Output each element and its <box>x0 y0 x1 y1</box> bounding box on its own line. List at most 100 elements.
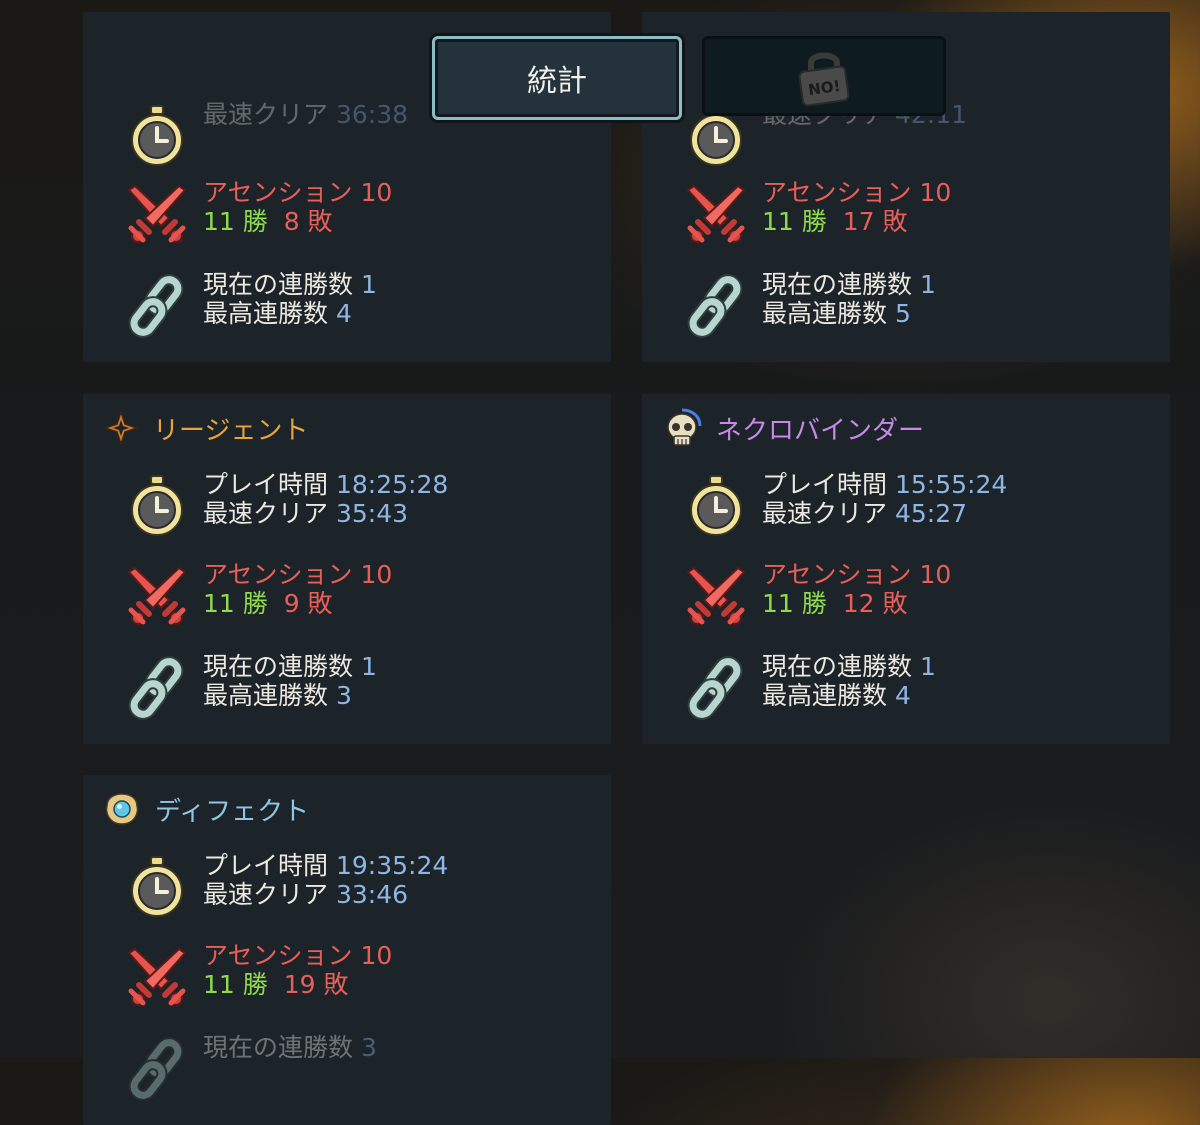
ascension-value: 10 <box>919 178 952 207</box>
wins-value: 11 <box>203 207 235 236</box>
ascension-row: アセンション 10 11 勝 17 敗 <box>684 178 1154 246</box>
streak-row: 現在の連勝数 1 最高連勝数 4 <box>125 270 595 338</box>
ascension-label: アセンション <box>762 560 912 589</box>
crossed-swords-icon <box>684 564 748 628</box>
losses-label: 敗 <box>323 970 349 999</box>
character-name: ネクロバインダー <box>716 415 925 446</box>
character-header: リージェント <box>103 408 308 448</box>
fastest-clear-value: 36:38 <box>335 100 409 129</box>
ascension-line: アセンション 10 <box>203 560 392 589</box>
character-name: リージェント <box>153 415 309 446</box>
best-streak-label: 最高連勝数 <box>203 299 329 328</box>
losses-label: 敗 <box>307 207 333 236</box>
crossed-swords-icon <box>684 182 748 246</box>
losses-value: 19 <box>283 970 316 999</box>
ascension-value: 10 <box>919 560 952 589</box>
streak-row: 現在の連勝数 3 <box>125 1033 595 1101</box>
wins-value: 11 <box>762 589 794 618</box>
losses-label: 敗 <box>307 589 333 618</box>
current-streak-label: 現在の連勝数 <box>762 270 913 299</box>
current-streak-value: 1 <box>919 652 936 681</box>
losses-value: 17 <box>842 207 875 236</box>
fastest-clear-line: 最速クリア 35:43 <box>203 499 448 528</box>
losses-value: 9 <box>283 589 300 618</box>
ascension-line: アセンション 10 <box>762 178 951 207</box>
wins-value: 11 <box>203 970 235 999</box>
current-streak-line: 現在の連勝数 1 <box>762 270 936 299</box>
ascension-row: アセンション 10 11 勝 19 敗 <box>125 941 595 1009</box>
current-streak-value: 1 <box>360 652 377 681</box>
wins-label: 勝 <box>242 207 268 236</box>
ascension-row: アセンション 10 11 勝 12 敗 <box>684 560 1154 628</box>
time-row: プレイ時間 19:35:24 最速クリア 33:46 <box>125 851 595 919</box>
play-time-label: プレイ時間 <box>762 470 888 499</box>
ascension-row: アセンション 10 11 勝 8 敗 <box>125 178 595 246</box>
ascension-value: 10 <box>360 178 393 207</box>
current-streak-line: 現在の連勝数 1 <box>203 652 377 681</box>
fastest-clear-value: 33:46 <box>335 880 409 909</box>
chain-icon <box>125 274 189 338</box>
losses-label: 敗 <box>882 589 908 618</box>
best-streak-line: 最高連勝数 4 <box>762 681 936 710</box>
ascension-label: アセンション <box>203 941 353 970</box>
time-row: プレイ時間 15:55:24 最速クリア 45:27 <box>684 470 1154 538</box>
wins-value: 11 <box>203 589 235 618</box>
character-stats-card-regent: リージェント プレイ時間 18:25:28 最速クリア 35:43 アセンション… <box>83 394 611 744</box>
best-streak-line: 最高連勝数 5 <box>762 299 936 328</box>
win-loss-line: 11 勝 17 敗 <box>762 207 951 236</box>
crossed-swords-icon <box>125 182 189 246</box>
ascension-value: 10 <box>360 560 393 589</box>
character-name: ディフェクト <box>155 796 310 827</box>
fastest-clear-label: 最速クリア <box>203 100 329 129</box>
crossed-swords-icon <box>125 945 189 1009</box>
wins-label: 勝 <box>801 589 827 618</box>
chain-icon <box>684 274 748 338</box>
tab-stats[interactable]: 統計 <box>432 36 682 120</box>
stopwatch-icon <box>684 474 748 538</box>
orb-icon <box>105 793 139 825</box>
tab-locked[interactable]: NO! <box>702 36 946 116</box>
crossed-swords-icon <box>125 564 189 628</box>
current-streak-label: 現在の連勝数 <box>203 652 354 681</box>
stopwatch-icon <box>125 104 189 168</box>
ascension-label: アセンション <box>762 178 912 207</box>
fastest-clear-value: 45:27 <box>894 499 968 528</box>
losses-value: 8 <box>283 207 300 236</box>
wins-label: 勝 <box>801 207 827 236</box>
play-time-value: 19:35:24 <box>335 851 449 880</box>
win-loss-line: 11 勝 19 敗 <box>203 970 392 999</box>
tab-stats-label: 統計 <box>527 64 587 99</box>
play-time-label: プレイ時間 <box>203 851 329 880</box>
chain-icon <box>684 656 748 720</box>
losses-value: 12 <box>842 589 875 618</box>
best-streak-label: 最高連勝数 <box>762 299 888 328</box>
stopwatch-icon <box>125 855 189 919</box>
character-stats-card-defect: ディフェクト プレイ時間 19:35:24 最速クリア 33:46 アセンション… <box>83 775 611 1125</box>
play-time-line: プレイ時間 19:35:24 <box>203 851 448 880</box>
fastest-clear-line: 最速クリア 33:46 <box>203 880 448 909</box>
stopwatch-icon <box>125 474 189 538</box>
streak-row: 現在の連勝数 1 最高連勝数 3 <box>125 652 595 720</box>
best-streak-value: 3 <box>335 681 352 710</box>
win-loss-line: 11 勝 8 敗 <box>203 207 392 236</box>
best-streak-label: 最高連勝数 <box>203 681 329 710</box>
streak-row: 現在の連勝数 1 最高連勝数 4 <box>684 652 1154 720</box>
win-loss-line: 11 勝 9 敗 <box>203 589 392 618</box>
ascension-label: アセンション <box>203 560 353 589</box>
character-header: ネクロバインダー <box>662 408 924 448</box>
fastest-clear-line: 最速クリア 45:27 <box>762 499 1007 528</box>
current-streak-line: 現在の連勝数 1 <box>762 652 936 681</box>
best-streak-value: 4 <box>894 681 911 710</box>
best-streak-value: 5 <box>894 299 911 328</box>
streak-row: 現在の連勝数 1 最高連勝数 5 <box>684 270 1154 338</box>
padlock-icon: NO! <box>798 52 850 107</box>
best-streak-line: 最高連勝数 3 <box>203 681 377 710</box>
best-streak-label: 最高連勝数 <box>762 681 888 710</box>
losses-label: 敗 <box>882 207 908 236</box>
current-streak-label: 現在の連勝数 <box>762 652 913 681</box>
best-streak-line: 最高連勝数 4 <box>203 299 377 328</box>
fastest-clear-line: 最速クリア 36:38 <box>203 100 408 129</box>
ascension-line: アセンション 10 <box>203 178 392 207</box>
chain-icon <box>125 656 189 720</box>
fastest-clear-label: 最速クリア <box>203 499 329 528</box>
